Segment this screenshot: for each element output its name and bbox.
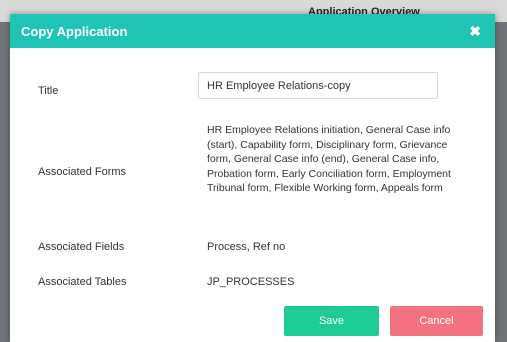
close-icon[interactable]: ✖ [469,23,481,40]
associated-tables-label: Associated Tables [38,276,127,288]
associated-forms-label: Associated Forms [38,166,127,178]
associated-fields-value: Process, Ref no [207,241,286,253]
dialog-title: Copy Application [21,23,128,39]
associated-fields-label: Associated Fields [38,241,125,253]
backdrop-overlay-left [0,22,10,342]
associated-tables-value: JP_PROCESSES [207,276,295,288]
backdrop-overlay-right [495,22,507,342]
associated-forms-value: HR Employee Relations initiation, Genera… [207,124,451,194]
title-input[interactable] [198,72,438,99]
cancel-button[interactable]: Cancel [390,306,483,336]
dialog-header: Copy Application ✖ [10,14,495,48]
copy-application-dialog: Copy Application ✖ Title Associated Form… [10,14,495,342]
save-button[interactable]: Save [284,306,379,336]
title-label: Title [38,85,59,97]
